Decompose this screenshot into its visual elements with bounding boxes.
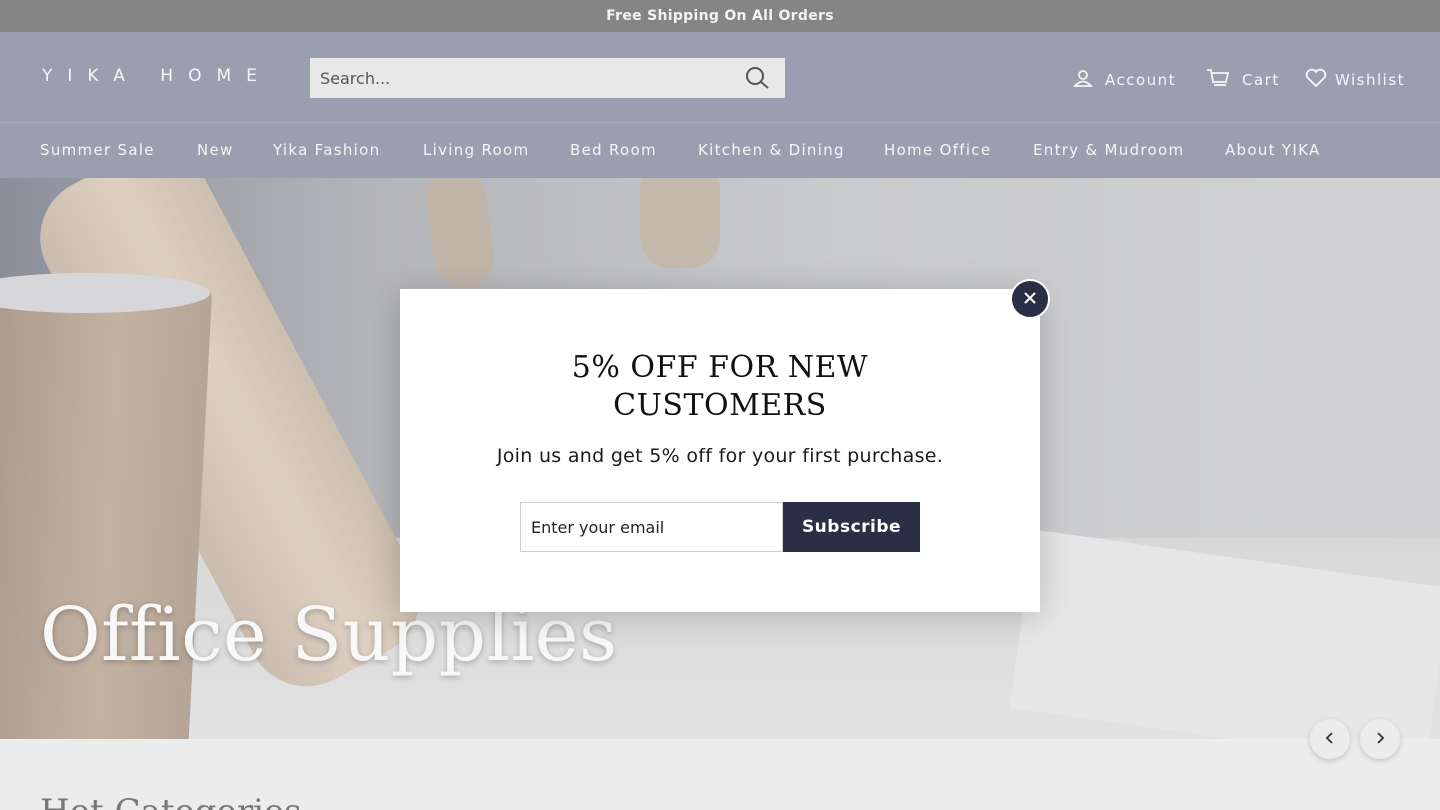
account-link[interactable]: Account [1072, 68, 1177, 92]
wishlist-label: Wishlist [1335, 71, 1406, 89]
cart-link[interactable]: Cart [1206, 68, 1280, 92]
chevron-left-icon [1324, 730, 1336, 749]
cart-label: Cart [1242, 71, 1280, 89]
nav-item-about-yika[interactable]: About YIKA [1225, 141, 1321, 159]
newsletter-popup: 5% OFF FOR NEW CUSTOMERS Join us and get… [400, 289, 1040, 612]
search-input[interactable] [310, 58, 730, 98]
hero-image-detail [421, 178, 499, 292]
close-icon [1023, 290, 1037, 309]
user-icon [1072, 68, 1105, 92]
popup-title: 5% OFF FOR NEW CUSTOMERS [400, 349, 1040, 425]
cart-icon [1206, 68, 1242, 92]
nav-item-bed-room[interactable]: Bed Room [570, 141, 657, 159]
account-label: Account [1105, 71, 1177, 89]
slider-next-button[interactable] [1360, 719, 1400, 759]
nav-item-living-room[interactable]: Living Room [423, 141, 529, 159]
search-bar [310, 58, 785, 98]
hero-image-detail [640, 178, 720, 268]
popup-title-line: 5% OFF FOR NEW [571, 350, 869, 385]
popup-close-button[interactable] [1010, 279, 1050, 319]
nav-item-yika-fashion[interactable]: Yika Fashion [273, 141, 380, 159]
nav-item-entry-mudroom[interactable]: Entry & Mudroom [1033, 141, 1184, 159]
chevron-right-icon [1374, 730, 1386, 749]
popup-subtitle: Join us and get 5% off for your first pu… [496, 445, 944, 467]
main-nav: Summer Sale New Yika Fashion Living Room… [0, 124, 1440, 178]
search-icon[interactable] [745, 66, 771, 90]
popup-title-line: CUSTOMERS [613, 388, 827, 423]
subscribe-button[interactable]: Subscribe [783, 502, 920, 552]
nav-item-kitchen-dining[interactable]: Kitchen & Dining [698, 141, 845, 159]
email-field[interactable] [520, 502, 783, 552]
site-header: YIKA HOME Account Cart Wishlist [0, 32, 1440, 178]
slider-prev-button[interactable] [1310, 719, 1350, 759]
heart-icon [1305, 68, 1339, 92]
nav-item-new[interactable]: New [197, 141, 234, 159]
site-logo[interactable]: YIKA HOME [42, 66, 272, 86]
announcement-text: Free Shipping On All Orders [606, 8, 834, 24]
nav-item-summer-sale[interactable]: Summer Sale [40, 141, 155, 159]
announcement-bar: Free Shipping On All Orders [0, 0, 1440, 32]
section-title: Hot Categories [40, 792, 302, 810]
nav-item-home-office[interactable]: Home Office [884, 141, 991, 159]
header-top: YIKA HOME Account Cart Wishlist [0, 32, 1440, 123]
wishlist-link[interactable]: Wishlist [1305, 68, 1405, 92]
